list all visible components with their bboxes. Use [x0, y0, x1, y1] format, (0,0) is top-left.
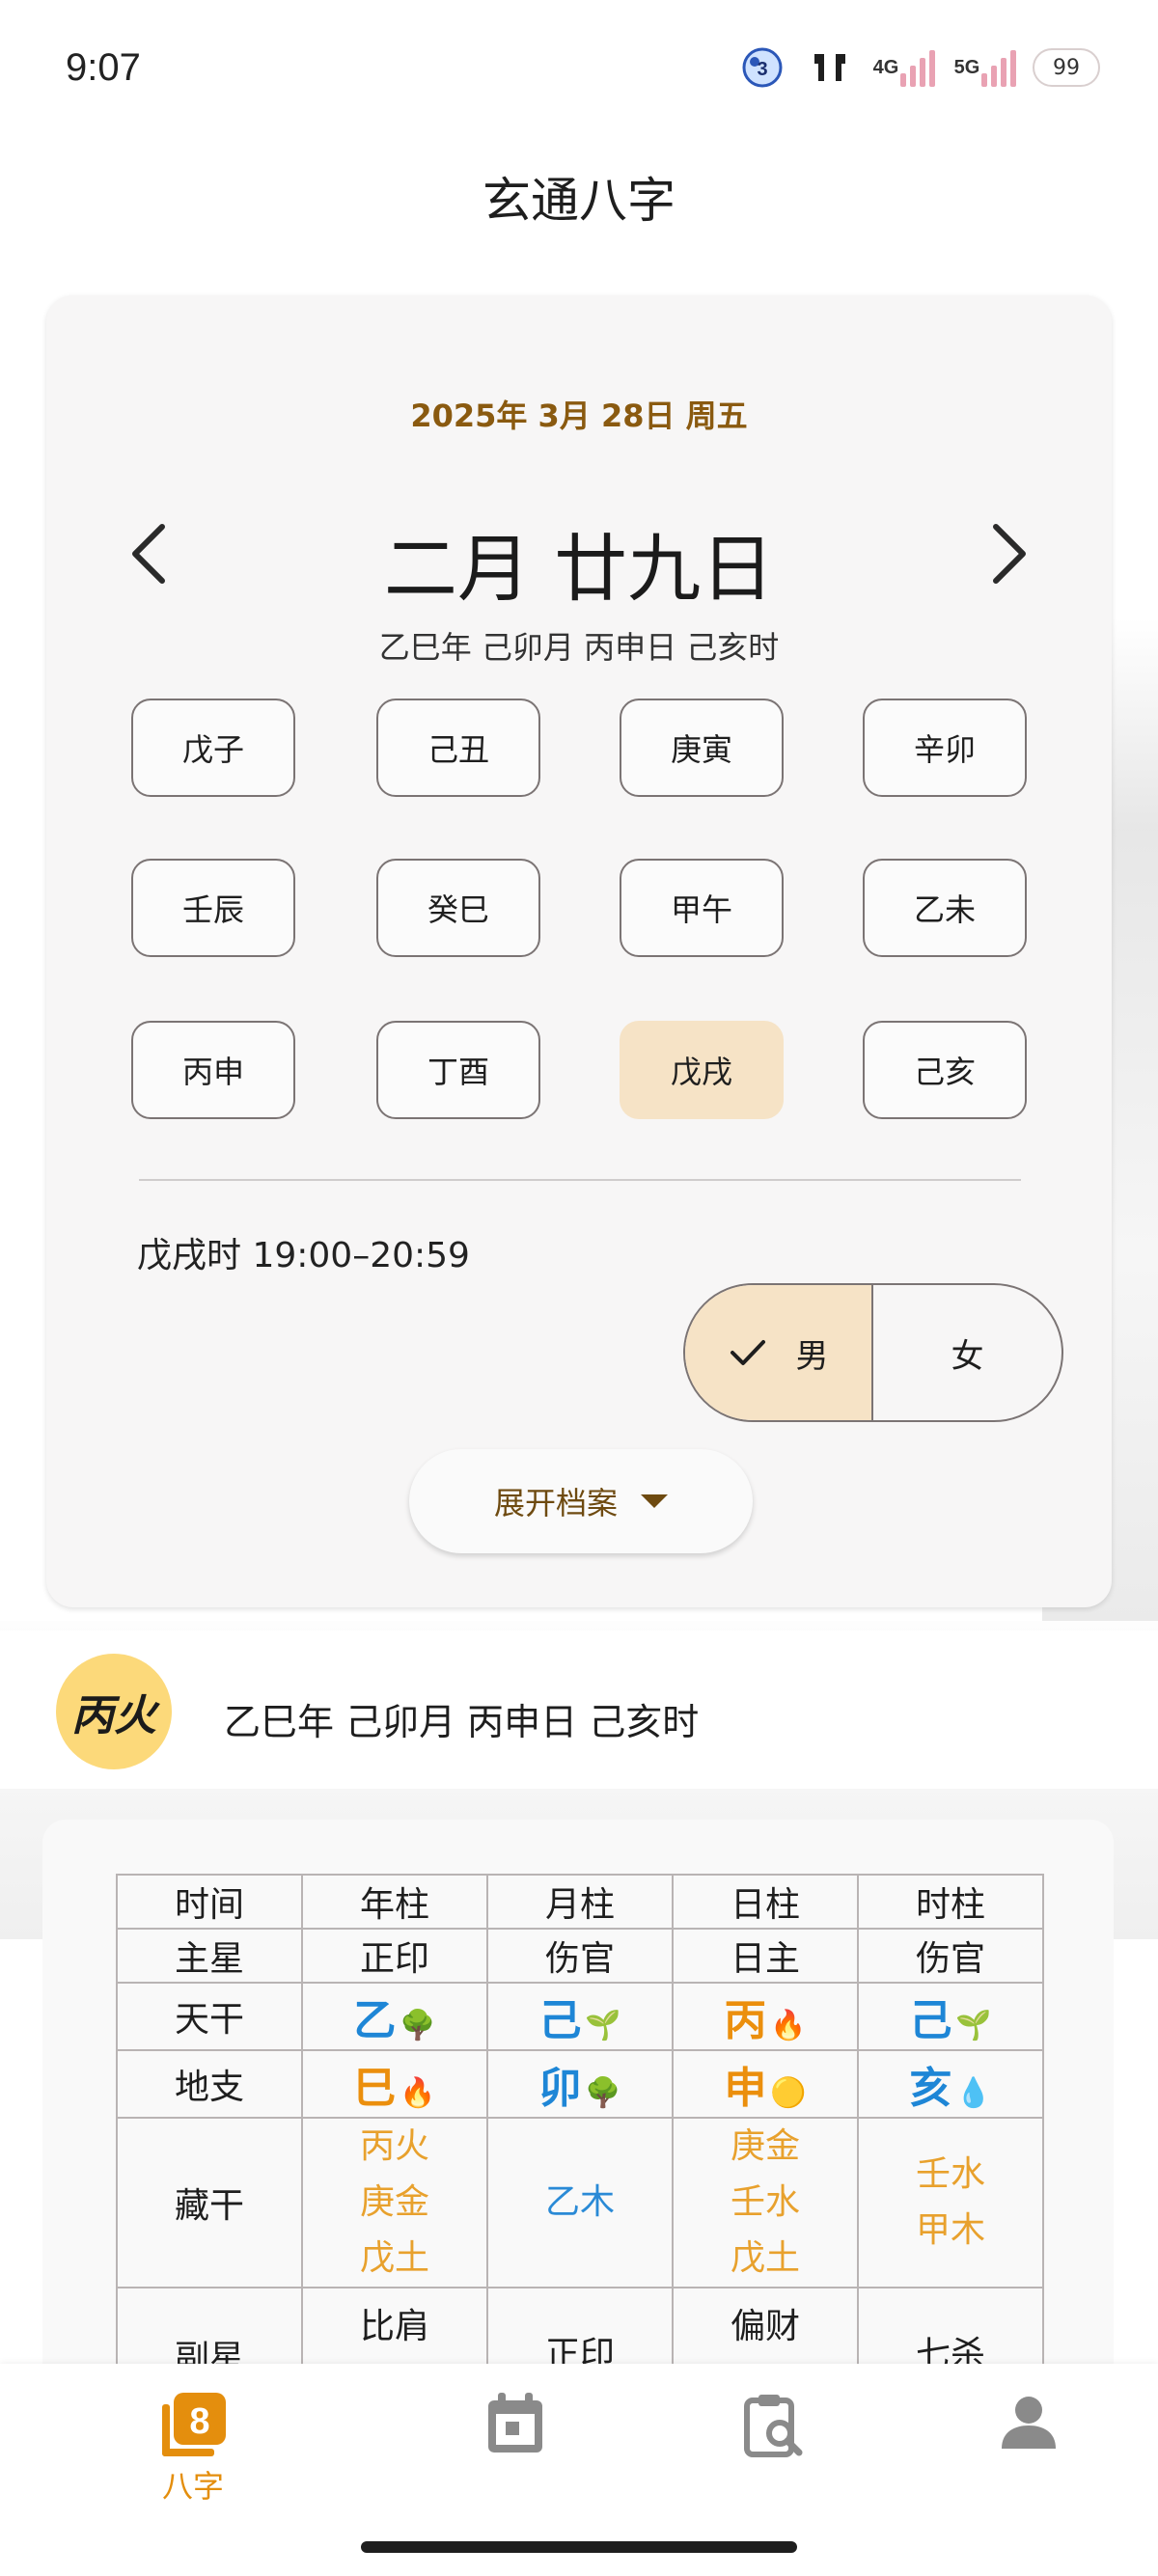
tiangan-row: 天干 乙 🌳 己 🌱 丙 🔥 己 🌱 — [116, 1982, 1044, 2051]
nav-item-profile[interactable] — [961, 2391, 1096, 2453]
main-star-cell: 伤官 — [486, 1928, 674, 1984]
fire-icon: 🔥 — [400, 2076, 436, 2110]
gender-female-option[interactable]: 女 — [873, 1285, 1062, 1420]
nav-item-bazi[interactable]: 8 八字 — [125, 2391, 261, 2507]
fire-icon: 🔥 — [770, 2009, 807, 2042]
tiangan-cell[interactable]: 丙 🔥 — [672, 1982, 859, 2051]
canggan-cell: 乙木 — [486, 2117, 674, 2288]
water-drop-icon: 💧 — [955, 2076, 992, 2110]
canggan-cell: 庚金 壬水 戊土 — [672, 2117, 859, 2288]
hour-button[interactable]: 戊子 — [131, 699, 295, 797]
status-icons: 3 4G 5G 99 — [735, 42, 1100, 93]
battery-icon: 99 — [1033, 48, 1100, 87]
gender-toggle: 男 女 — [683, 1283, 1063, 1422]
hour-button-selected[interactable]: 戊戌 — [620, 1021, 784, 1119]
header-cell: 日柱 — [672, 1874, 859, 1930]
row-label: 主星 — [116, 1928, 303, 1984]
main-star-cell: 伤官 — [857, 1928, 1044, 1984]
next-day-button[interactable] — [971, 515, 1048, 592]
dizhi-row: 地支 巳 🔥 卯 🌳 申 🟡 亥 💧 — [116, 2049, 1044, 2119]
main-star-row: 主星 正印 伤官 日主 伤官 — [116, 1928, 1044, 1984]
canggan-cell: 丙火 庚金 戊土 — [301, 2117, 488, 2288]
status-time: 9:07 — [66, 46, 141, 89]
badge-count: 3 — [757, 59, 767, 80]
tiangan-cell[interactable]: 己 🌱 — [486, 1982, 674, 2051]
net-5g-label: 5G — [953, 56, 980, 78]
hour-button[interactable]: 辛卯 — [863, 699, 1027, 797]
check-icon — [730, 1340, 765, 1365]
hour-grid: 戊子 己丑 庚寅 辛卯 壬辰 癸巳 甲午 乙未 丙申 丁酉 戊戌 己亥 — [131, 699, 1031, 1119]
calendar-card: 2025年 3月 28日 周五 二月 廿九日 乙巳年 己卯月 丙申日 己亥时 戊… — [46, 295, 1112, 1607]
dizhi-cell[interactable]: 亥 💧 — [857, 2049, 1044, 2119]
lunar-date: 二月 廿九日 — [383, 526, 775, 612]
table-header-row: 时间 年柱 月柱 日柱 时柱 — [116, 1874, 1044, 1930]
home-indicator — [361, 2541, 797, 2553]
row-label: 藏干 — [116, 2117, 303, 2288]
canggan-row: 藏干 丙火 庚金 戊土 乙木 庚金 壬水 戊土 壬水 甲木 — [116, 2117, 1044, 2288]
hour-button[interactable]: 庚寅 — [620, 699, 784, 797]
day-master-row: 丙火 乙巳年 己卯月 丙申日 己亥时 — [0, 1631, 1158, 1789]
gold-coin-icon: 🟡 — [770, 2076, 807, 2110]
nav-item-query[interactable] — [706, 2391, 841, 2460]
hour-button[interactable]: 乙未 — [863, 859, 1027, 957]
main-star-cell: 正印 — [301, 1928, 488, 1984]
header-cell: 年柱 — [301, 1874, 488, 1930]
notification-badge-icon: 3 — [735, 44, 789, 91]
bazi-table: 时间 年柱 月柱 日柱 时柱 主星 正印 伤官 日主 伤官 天干 乙 🌳 己 🌱 丙… — [116, 1874, 1044, 2424]
nav-item-calendar[interactable] — [448, 2391, 583, 2456]
row-label: 天干 — [116, 1982, 303, 2051]
expand-profile-button[interactable]: 展开档案 — [409, 1449, 753, 1553]
chevron-right-icon — [993, 524, 1026, 584]
header-cell: 时间 — [116, 1874, 303, 1930]
hour-button[interactable]: 己丑 — [376, 699, 540, 797]
tree-icon: 🌳 — [400, 2009, 436, 2042]
gender-male-option[interactable]: 男 — [685, 1285, 873, 1420]
sprout-icon: 🌱 — [955, 2009, 992, 2042]
signal-4g-icon: 4G — [870, 44, 938, 91]
earbuds-icon — [803, 44, 857, 91]
bazi-8-icon: 8 — [162, 2393, 226, 2456]
person-icon — [1002, 2397, 1056, 2449]
bazi-chart-card: 时间 年柱 月柱 日柱 时柱 主星 正印 伤官 日主 伤官 天干 乙 🌳 己 🌱 丙… — [42, 1820, 1114, 2424]
canggan-cell: 壬水 甲木 — [857, 2117, 1044, 2288]
calendar-icon — [488, 2393, 542, 2453]
tiangan-cell[interactable]: 乙 🌳 — [301, 1982, 488, 2051]
gender-female-label: 女 — [951, 1336, 984, 1376]
hour-button[interactable]: 丁酉 — [376, 1021, 540, 1119]
hour-button[interactable]: 壬辰 — [131, 859, 295, 957]
hour-range: 戊戌时 19:00–20:59 — [137, 1236, 470, 1275]
row-label: 地支 — [116, 2049, 303, 2119]
net-4g-label: 4G — [872, 56, 899, 78]
svg-text:8: 8 — [189, 2401, 209, 2442]
dizhi-cell[interactable]: 巳 🔥 — [301, 2049, 488, 2119]
day-master-pillars: 乙巳年 己卯月 丙申日 己亥时 — [224, 1701, 700, 1743]
hour-button[interactable]: 甲午 — [620, 859, 784, 957]
dizhi-cell[interactable]: 卯 🌳 — [486, 2049, 674, 2119]
app-title: 玄通八字 — [482, 173, 676, 229]
status-bar: 9:07 3 4G 5G 99 — [0, 0, 1158, 135]
divider — [139, 1179, 1021, 1181]
hour-button[interactable]: 癸巳 — [376, 859, 540, 957]
hour-button[interactable]: 己亥 — [863, 1021, 1027, 1119]
hour-button[interactable]: 丙申 — [131, 1021, 295, 1119]
caret-down-icon — [641, 1494, 668, 1508]
ganzhi-line: 乙巳年 己卯月 丙申日 己亥时 — [378, 629, 780, 666]
nav-label-bazi: 八字 — [161, 2468, 224, 2505]
sprout-icon: 🌱 — [585, 2009, 621, 2042]
dizhi-cell[interactable]: 申 🟡 — [672, 2049, 859, 2119]
header-cell: 时柱 — [857, 1874, 1044, 1930]
signal-5g-icon: 5G — [951, 44, 1019, 91]
expand-profile-label: 展开档案 — [493, 1485, 618, 1521]
header-cell: 月柱 — [486, 1874, 674, 1930]
tree-icon: 🌳 — [585, 2076, 621, 2110]
main-star-cell: 日主 — [672, 1928, 859, 1984]
gregorian-date[interactable]: 2025年 3月 28日 周五 — [46, 392, 1112, 436]
gender-male-label: 男 — [795, 1336, 829, 1376]
clipboard-search-icon — [744, 2395, 803, 2457]
tiangan-cell[interactable]: 己 🌱 — [857, 1982, 1044, 2051]
day-master-badge: 丙火 — [56, 1654, 172, 1769]
